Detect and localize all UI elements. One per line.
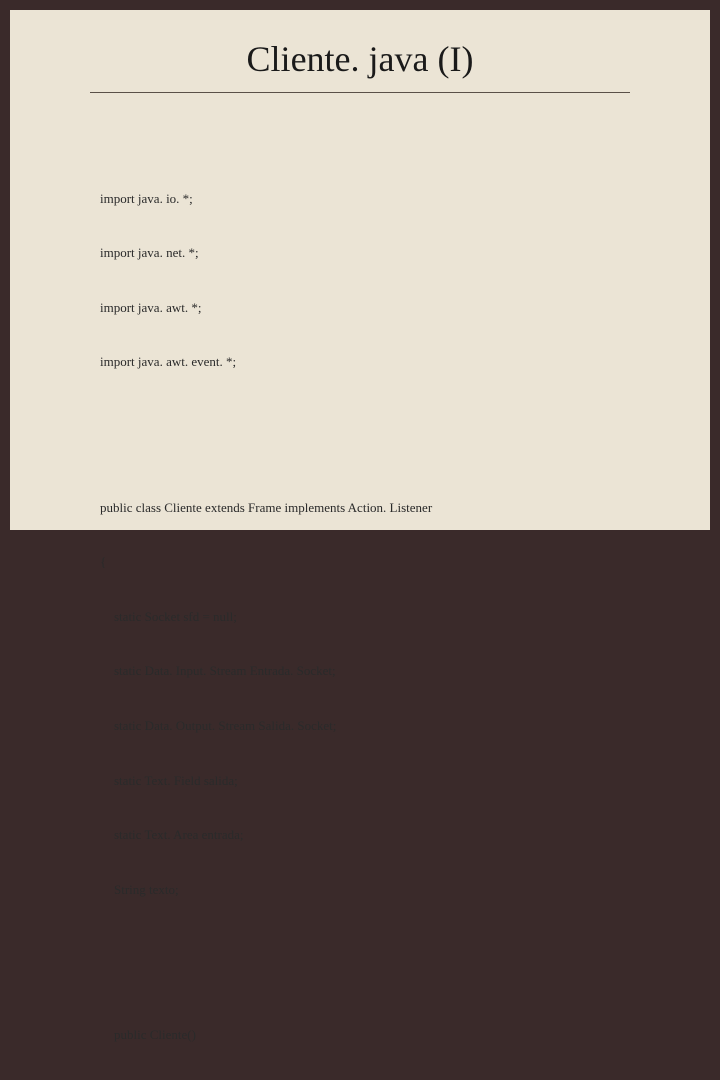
title-divider — [90, 92, 630, 93]
code-line: import java. awt. event. *; — [100, 353, 670, 371]
code-line: static Socket sfd = null; — [100, 608, 670, 626]
code-line: String texto; — [100, 881, 670, 899]
code-line: public Cliente() — [100, 1026, 670, 1044]
code-line: import java. io. *; — [100, 190, 670, 208]
ctor-section: public Cliente() { set. Title("Chat"); s… — [100, 990, 670, 1080]
code-line: static Data. Output. Stream Salida. Sock… — [100, 717, 670, 735]
code-line: import java. awt. *; — [100, 299, 670, 317]
class-section: public class Cliente extends Frame imple… — [100, 462, 670, 935]
code-line: static Text. Field salida; — [100, 772, 670, 790]
code-line: { — [100, 553, 670, 571]
code-line: static Data. Input. Stream Entrada. Sock… — [100, 662, 670, 680]
code-line: static Text. Area entrada; — [100, 826, 670, 844]
slide-title: Cliente. java (I) — [50, 38, 670, 80]
code-line: import java. net. *; — [100, 244, 670, 262]
code-content: import java. io. *; import java. net. *;… — [50, 117, 670, 1080]
slide-container: Cliente. java (I) import java. io. *; im… — [10, 10, 710, 530]
code-line: public class Cliente extends Frame imple… — [100, 499, 670, 517]
imports-section: import java. io. *; import java. net. *;… — [100, 153, 670, 408]
